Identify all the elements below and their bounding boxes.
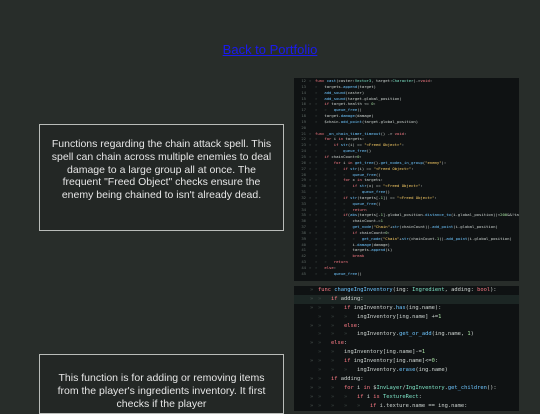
line-number [294, 295, 310, 304]
code-line: » » » ingInventory.get_or_add(ing.name, … [294, 330, 519, 339]
fold-arrow-icon: » [310, 375, 314, 382]
fold-arrow-icon: » [310, 304, 314, 311]
code-line: » » » for i in $InvLayer/IngInventory.get… [294, 384, 519, 393]
code-text: » » » ingInventory.erase(ing.name) [318, 367, 448, 374]
fold-arrow-icon: » [310, 287, 314, 293]
fold-arrow-icon: » [310, 384, 314, 391]
code-text: » » » ingInventory.get_or_add(ing.name, … [318, 331, 474, 338]
fold-arrow-icon [310, 348, 318, 357]
line-number [294, 304, 310, 313]
line-number [294, 286, 310, 295]
line-number [294, 402, 310, 411]
chain-attack-code-screenshot: 12» func cast(caster:Vector3, target:Char… [294, 78, 519, 281]
line-number [294, 393, 310, 402]
line-number [294, 384, 310, 393]
back-to-portfolio-link[interactable]: Back to Portfolio [0, 42, 540, 57]
fold-arrow-icon [310, 313, 318, 322]
code-text: » » queue_free() [315, 270, 362, 276]
fold-arrow-icon [310, 366, 318, 375]
chain-attack-description: Functions regarding the chain attack spe… [39, 124, 284, 231]
code-text: » » if ingInventory[ing.name]<=0: [318, 358, 439, 365]
line-number [294, 357, 310, 366]
line-number [294, 348, 310, 357]
line-number [294, 330, 310, 339]
line-number [294, 322, 310, 331]
code-text: » » » if i is TextureRect: [318, 393, 422, 400]
code-text: » if adding: [318, 375, 364, 382]
code-text: » else: [318, 340, 348, 347]
code-line: » » » else: [294, 322, 519, 331]
fold-arrow-icon: » [310, 393, 314, 400]
line-number [294, 339, 310, 348]
fold-arrow-icon: » [310, 358, 314, 365]
code-text: func changeIngInventory(ing: Ingredient,… [318, 287, 497, 293]
fold-arrow-icon: » [310, 295, 314, 302]
code-line: » » if adding: [294, 375, 519, 384]
code-line: » » if adding: [294, 294, 519, 304]
code-text: » if adding: [318, 295, 364, 302]
code-line: » » » if ingInventory[ing.name]<=0: [294, 357, 519, 366]
code-line: » » » ingInventory.erase(ing.name) [294, 366, 519, 375]
fold-arrow-icon: » [310, 402, 314, 409]
code-line: » func changeIngInventory(ing: Ingredient… [294, 286, 519, 295]
fold-arrow-icon [310, 330, 318, 339]
code-text: » $chain.add_point(target.global_positio… [315, 118, 419, 124]
line-number: 45 [301, 270, 306, 276]
ingredient-inventory-code-screenshot: » func changeIngInventory(ing: Ingredient… [294, 286, 519, 411]
code-line: 45 » » queue_free() [294, 271, 519, 277]
code-line: » » » » if i is TextureRect: [294, 393, 519, 402]
fold-arrow-icon: » [310, 322, 314, 329]
code-line: » » » » » if i.texture.name == ing.name: [294, 402, 519, 411]
code-line: » » » ingInventory[ing.name] +=1 [294, 313, 519, 322]
code-text: » » if ingInventory.has(ing.name): [318, 304, 442, 311]
code-text: » » ingInventory[ing.name]-=1 [318, 349, 426, 356]
code-text: » » » ingInventory[ing.name] +=1 [318, 313, 442, 320]
line-number [294, 313, 310, 322]
ingredient-inventory-description: This function is for adding or removing … [39, 354, 284, 414]
code-line: » » ingInventory[ing.name]-=1 [294, 348, 519, 357]
code-text: » » » » if i.texture.name == ing.name: [318, 402, 468, 409]
code-line: » » » if ingInventory.has(ing.name): [294, 304, 519, 313]
code-text: » » else: [318, 322, 361, 329]
code-text: » » for i in $InvLayer/IngInventory.get_… [318, 384, 497, 391]
fold-arrow-icon: » [310, 340, 314, 347]
line-number [294, 366, 310, 375]
line-number [294, 375, 310, 384]
code-line: » » else: [294, 339, 519, 348]
